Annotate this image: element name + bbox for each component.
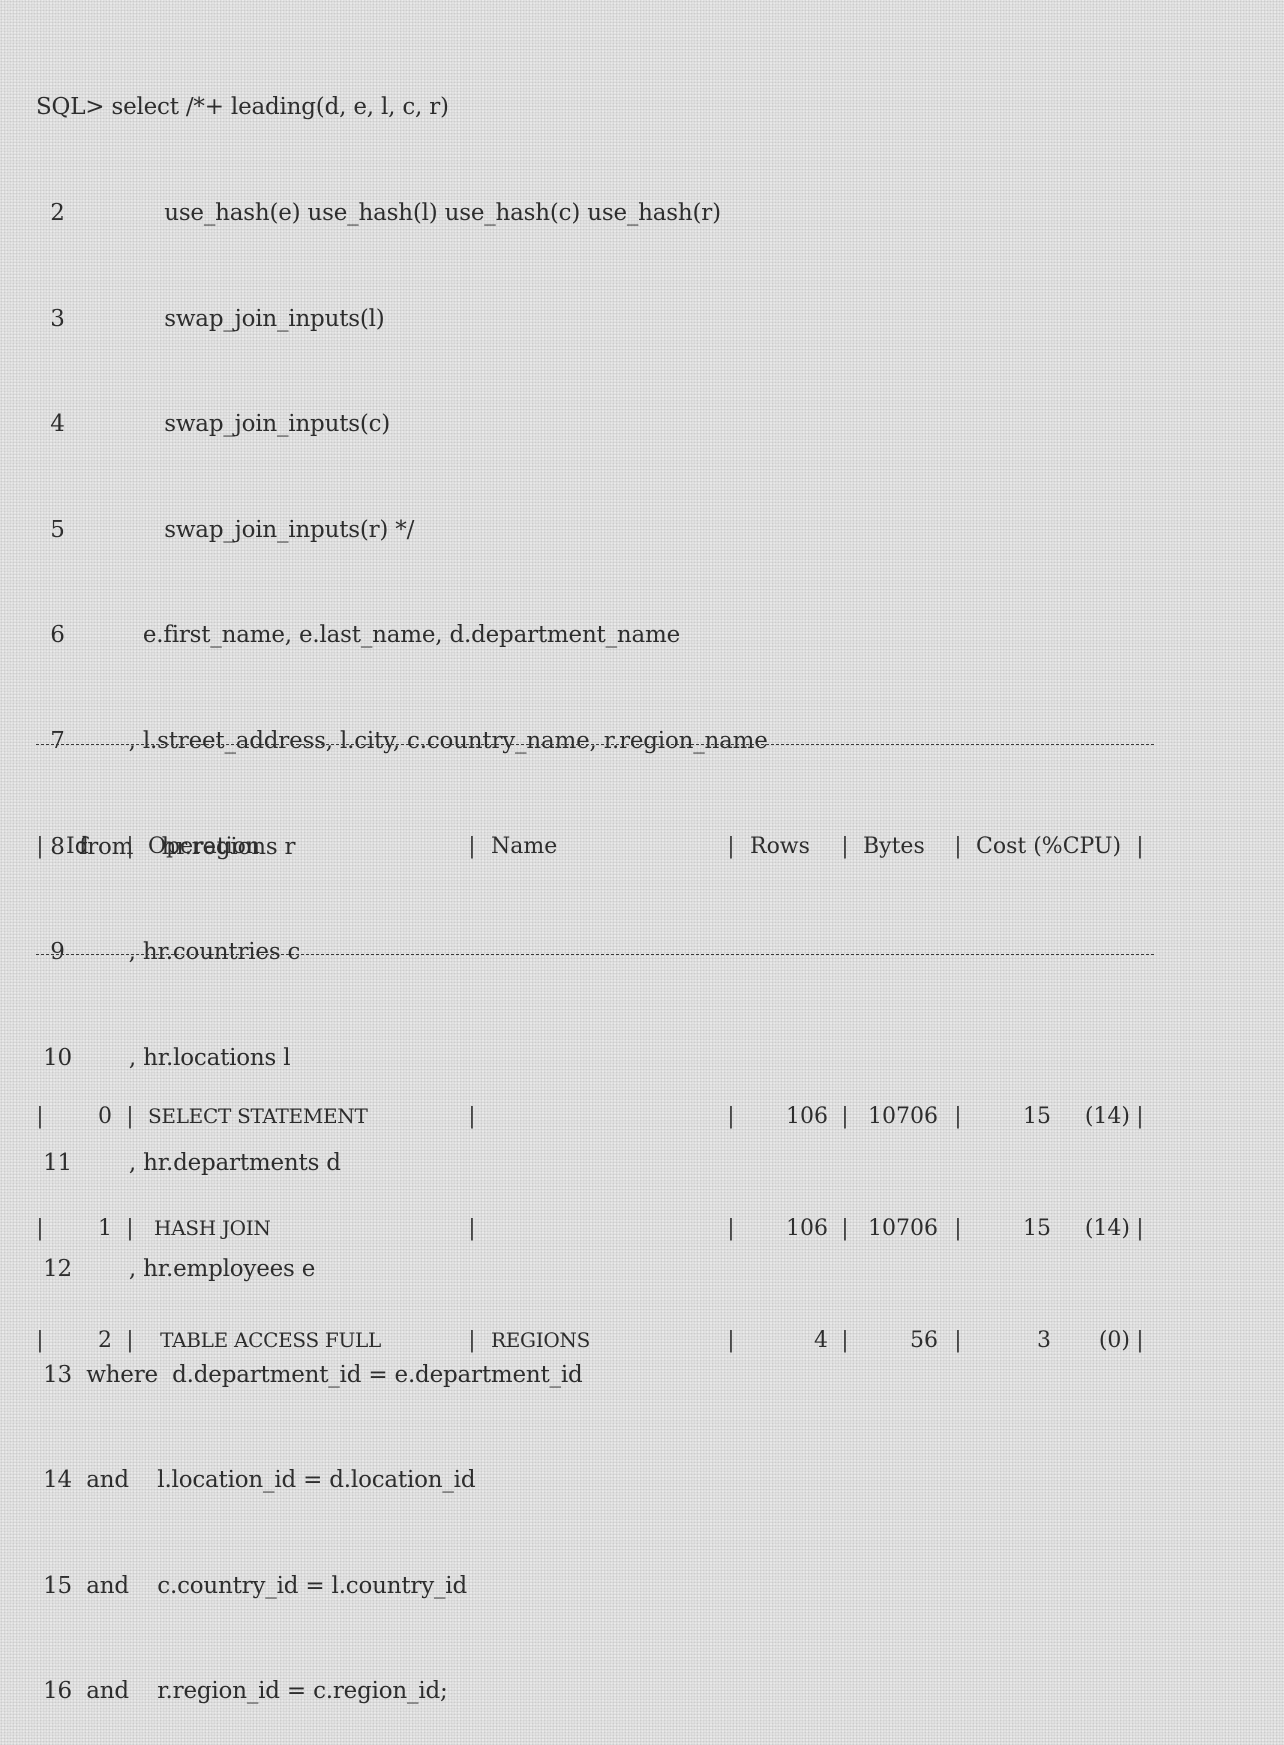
- column-separator: |: [841, 1216, 849, 1241]
- sql-line: 6 e.first_name, e.last_name, d.departmen…: [36, 622, 681, 649]
- dashed-rule: [36, 744, 1154, 745]
- header-name: Name: [491, 834, 558, 859]
- column-separator: |: [727, 1104, 735, 1129]
- sql-line: 15 and c.country_id = l.country_id: [36, 1572, 467, 1599]
- column-separator: |: [1136, 1328, 1144, 1353]
- sql-line: 2 use_hash(e) use_hash(l) use_hash(c) us…: [36, 200, 721, 226]
- header-cost: Cost (%CPU): [976, 834, 1122, 859]
- column-separator: |: [1136, 834, 1144, 859]
- row-cpu: (14): [1084, 1104, 1130, 1129]
- plan-rows: | 0 | SELECT STATEMENT | | 106 | 10706 |…: [36, 1050, 1154, 1411]
- sql-line: 16 and r.region_id = c.region_id;: [36, 1678, 448, 1705]
- column-separator: |: [1136, 1216, 1144, 1241]
- row-cost: 15: [1023, 1104, 1051, 1129]
- column-separator: |: [727, 834, 735, 859]
- column-separator: |: [126, 1104, 134, 1129]
- row-rows: 4: [814, 1328, 828, 1353]
- column-separator: |: [468, 834, 476, 859]
- column-separator: |: [36, 1216, 44, 1241]
- column-separator: |: [841, 834, 849, 859]
- row-cpu: (14): [1084, 1216, 1130, 1241]
- table-row: | 1 | HASH JOIN | | 106 | 10706 | 15 (14…: [36, 1212, 1154, 1249]
- column-separator: |: [841, 1328, 849, 1353]
- column-separator: |: [954, 834, 962, 859]
- sql-line: 4 swap_join_inputs(c): [36, 411, 391, 438]
- header-rows: Rows: [750, 834, 810, 859]
- column-separator: |: [954, 1328, 962, 1353]
- row-cost: 15: [1023, 1216, 1051, 1241]
- row-id: 0: [98, 1104, 112, 1129]
- column-separator: |: [727, 1328, 735, 1353]
- column-separator: |: [727, 1216, 735, 1241]
- sql-line: 14 and l.location_id = d.location_id: [36, 1467, 476, 1494]
- plan-header-row: | Id | Operation | Name | Rows | Bytes |…: [36, 830, 1154, 867]
- column-separator: |: [36, 834, 44, 859]
- row-cpu: (0): [1098, 1328, 1130, 1353]
- row-cost: 3: [1037, 1328, 1051, 1353]
- sql-line: 5 swap_join_inputs(r) */: [36, 516, 415, 543]
- column-separator: |: [1136, 1104, 1144, 1129]
- column-separator: |: [954, 1216, 962, 1241]
- row-bytes: 56: [910, 1328, 938, 1353]
- table-row: | 0 | SELECT STATEMENT | | 106 | 10706 |…: [36, 1100, 1154, 1137]
- column-separator: |: [126, 1216, 134, 1241]
- header-operation: Operation: [148, 834, 261, 859]
- row-id: 2: [98, 1328, 112, 1353]
- column-separator: |: [36, 1328, 44, 1353]
- dashed-rule: [36, 954, 1154, 955]
- row-operation: TABLE ACCESS FULL: [148, 1328, 381, 1352]
- sql-line: 3 swap_join_inputs(l): [36, 305, 385, 332]
- column-separator: |: [468, 1104, 476, 1129]
- column-separator: |: [468, 1216, 476, 1241]
- row-name: REGIONS: [491, 1328, 591, 1352]
- row-operation: HASH JOIN: [148, 1216, 271, 1240]
- column-separator: |: [954, 1104, 962, 1129]
- row-operation: SELECT STATEMENT: [148, 1104, 368, 1128]
- row-rows: 106: [786, 1104, 828, 1129]
- execution-plan-table: | Id | Operation | Name | Rows | Bytes |…: [36, 688, 1154, 1436]
- column-separator: |: [36, 1104, 44, 1129]
- row-bytes: 10706: [868, 1104, 938, 1129]
- column-separator: |: [126, 834, 134, 859]
- header-id: Id: [66, 834, 89, 859]
- sql-line: SQL> select /*+ leading(d, e, l, c, r): [36, 94, 449, 121]
- column-separator: |: [126, 1328, 134, 1353]
- column-separator: |: [841, 1104, 849, 1129]
- row-id: 1: [98, 1216, 112, 1241]
- column-separator: |: [468, 1328, 476, 1353]
- row-rows: 106: [786, 1216, 828, 1241]
- table-row: | 2 | TABLE ACCESS FULL | REGIONS | 4 | …: [36, 1324, 1154, 1361]
- row-bytes: 10706: [868, 1216, 938, 1241]
- header-bytes: Bytes: [863, 834, 925, 859]
